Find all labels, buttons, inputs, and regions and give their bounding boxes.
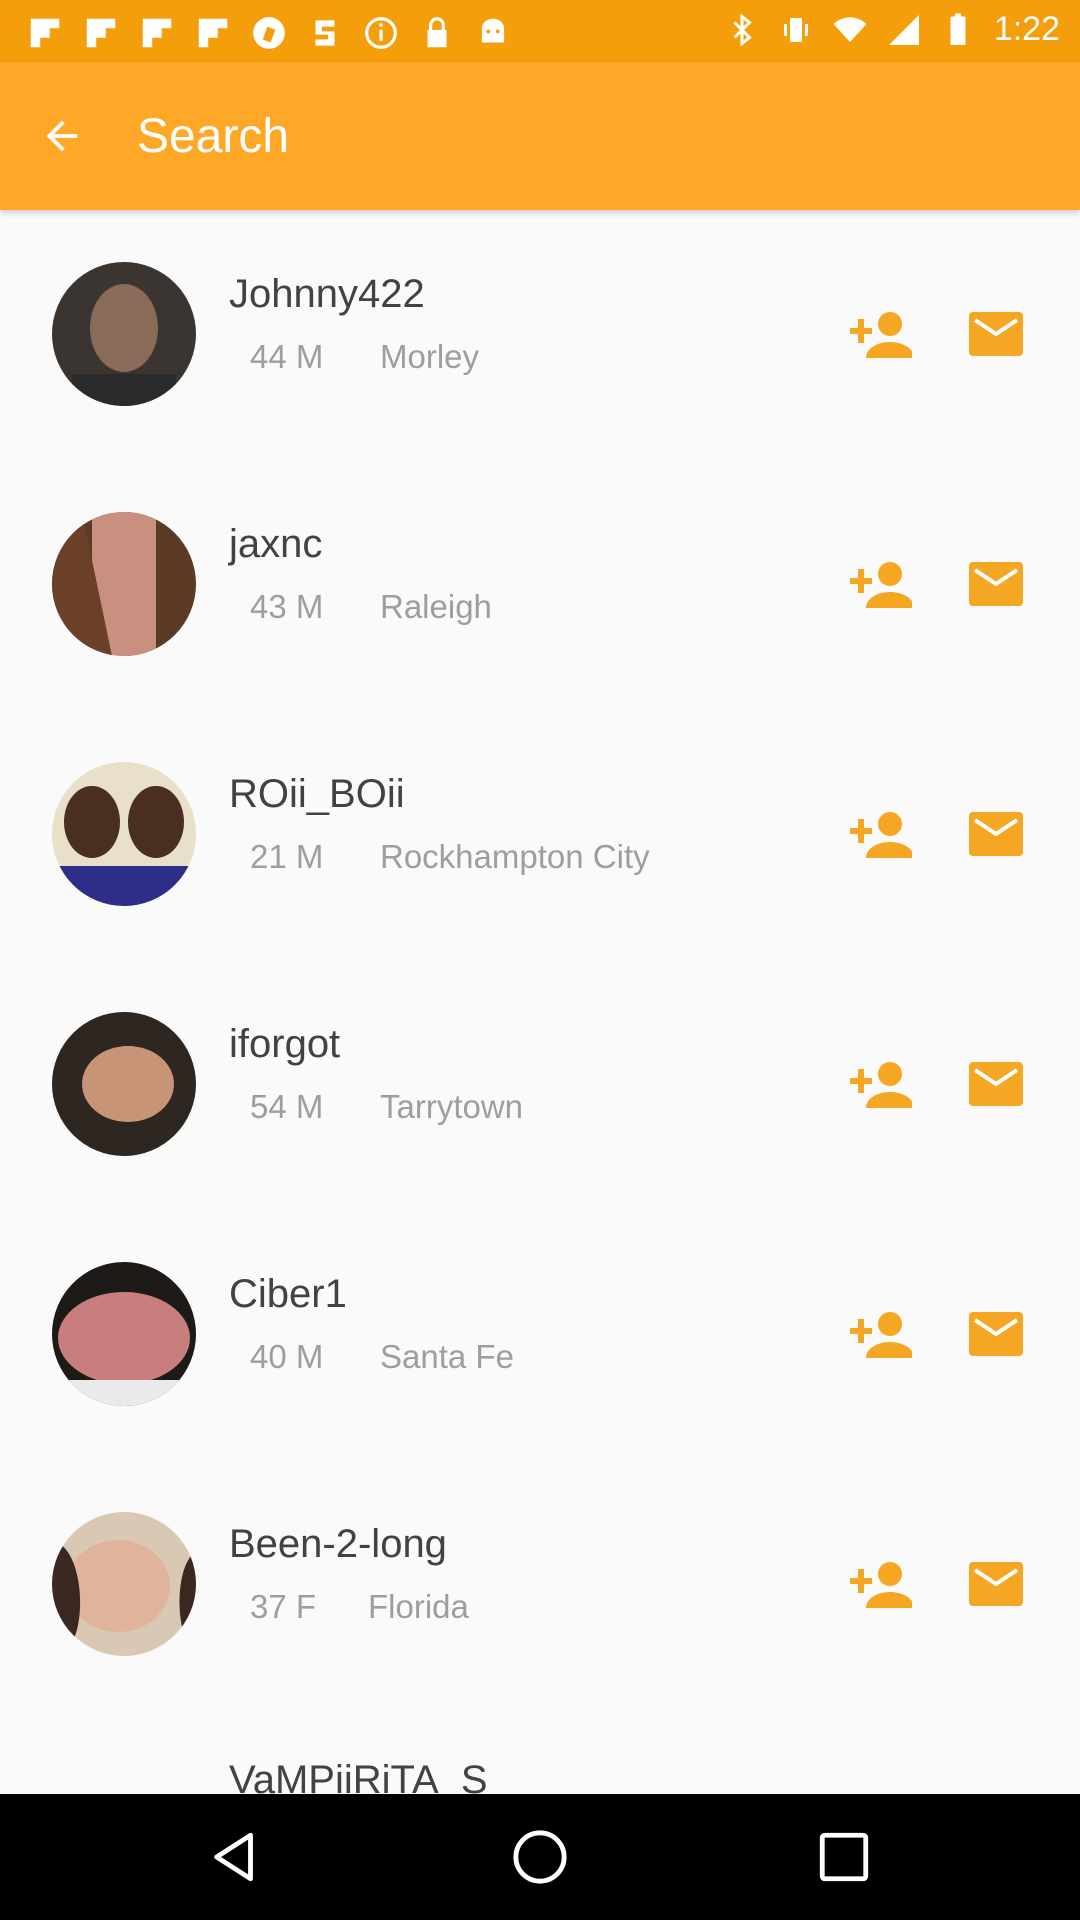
- avatar[interactable]: [52, 512, 196, 656]
- back-triangle-icon: [214, 1832, 253, 1882]
- flipboard-icon: [198, 18, 228, 48]
- message-button[interactable]: [966, 556, 1026, 612]
- notification-icons: [26, 14, 512, 52]
- signal-icon: [888, 14, 919, 45]
- city: Morley: [380, 338, 480, 375]
- person-add-icon: [850, 1312, 912, 1358]
- add-friend-button[interactable]: [844, 302, 916, 366]
- home-circle-icon: [513, 1830, 567, 1884]
- vibrate-icon: [783, 17, 808, 42]
- person-add-icon: [850, 312, 912, 358]
- add-friend-button[interactable]: [844, 802, 916, 866]
- nav-home-button[interactable]: [510, 1827, 570, 1887]
- maps-icon: [253, 17, 285, 49]
- add-friend-button[interactable]: [844, 1552, 916, 1616]
- username[interactable]: VaMPiiRiTA_S: [229, 1758, 488, 1794]
- flipboard-icon: [30, 18, 60, 48]
- navigation-bar: [0, 1794, 1080, 1920]
- city: Santa Fe: [380, 1338, 514, 1375]
- city: Rockhampton City: [380, 838, 650, 875]
- list-item[interactable]: Been-2-long 37 F Florida: [0, 1460, 1080, 1710]
- battery-icon: [950, 13, 966, 45]
- mail-icon: [969, 312, 1023, 356]
- age-gender: 21 M: [250, 838, 324, 875]
- mail-icon: [969, 1062, 1023, 1106]
- age-gender: 43 M: [250, 588, 324, 625]
- status-bar: 1:22: [0, 0, 1080, 62]
- list-item[interactable]: Ciber1 40 M Santa Fe: [0, 1210, 1080, 1460]
- flipboard-icon: [142, 18, 172, 48]
- avatar[interactable]: [52, 762, 196, 906]
- age-gender: 54 M: [250, 1088, 324, 1125]
- avatar[interactable]: [52, 1012, 196, 1156]
- age-gender: 44 M: [250, 338, 324, 375]
- android-icon: [481, 18, 505, 43]
- avatar[interactable]: [52, 262, 196, 406]
- mail-icon: [969, 1312, 1023, 1356]
- recents-square-icon: [819, 1832, 869, 1882]
- list-item[interactable]: Johnny422 44 M Morley: [0, 210, 1080, 460]
- username[interactable]: Been-2-long: [229, 1522, 447, 1567]
- results-list[interactable]: Johnny422 44 M Morley jaxnc 43 M Raleigh…: [0, 210, 1080, 1794]
- wifi-icon: [833, 16, 867, 42]
- city: Tarrytown: [380, 1088, 524, 1125]
- message-button[interactable]: [966, 306, 1026, 362]
- mail-icon: [969, 562, 1023, 606]
- username[interactable]: jaxnc: [229, 522, 322, 567]
- add-friend-button[interactable]: [844, 1302, 916, 1366]
- nav-back-button[interactable]: [206, 1827, 266, 1887]
- age-gender: 40 M: [250, 1338, 324, 1375]
- app-bar: Search: [0, 62, 1080, 210]
- page-title: Search: [137, 110, 290, 163]
- person-add-icon: [850, 562, 912, 608]
- avatar[interactable]: [52, 1512, 196, 1656]
- status-time: 1:22: [993, 10, 1060, 48]
- nav-recents-button[interactable]: [814, 1827, 874, 1887]
- mail-icon: [969, 1562, 1023, 1606]
- username[interactable]: Ciber1: [229, 1272, 347, 1317]
- add-friend-button[interactable]: [844, 1052, 916, 1116]
- system-icons: 1:22: [724, 10, 1060, 49]
- bluetooth-icon: [733, 12, 752, 47]
- lock-icon: [427, 17, 447, 48]
- age-gender: 37 F: [250, 1588, 317, 1625]
- list-item[interactable]: ROii_BOii 21 M Rockhampton City: [0, 710, 1080, 960]
- message-button[interactable]: [966, 1306, 1026, 1362]
- mail-icon: [969, 812, 1023, 856]
- username[interactable]: iforgot: [229, 1022, 340, 1067]
- list-item[interactable]: iforgot 54 M Tarrytown: [0, 960, 1080, 1210]
- username[interactable]: ROii_BOii: [229, 772, 405, 817]
- message-button[interactable]: [966, 1056, 1026, 1112]
- avatar[interactable]: [52, 1262, 196, 1406]
- person-add-icon: [850, 1562, 912, 1608]
- list-item[interactable]: jaxnc 43 M Raleigh: [0, 460, 1080, 710]
- back-button[interactable]: [34, 108, 90, 164]
- info-icon: [365, 17, 397, 49]
- message-button[interactable]: [966, 806, 1026, 862]
- add-friend-button[interactable]: [844, 552, 916, 616]
- sharper-icon: [315, 20, 335, 46]
- message-button[interactable]: [966, 1556, 1026, 1612]
- city: Florida: [368, 1588, 469, 1625]
- city: Raleigh: [380, 588, 492, 625]
- flipboard-icon: [86, 18, 116, 48]
- person-add-icon: [850, 1062, 912, 1108]
- arrow-back-icon: [46, 120, 78, 152]
- username[interactable]: Johnny422: [229, 272, 425, 317]
- person-add-icon: [850, 812, 912, 858]
